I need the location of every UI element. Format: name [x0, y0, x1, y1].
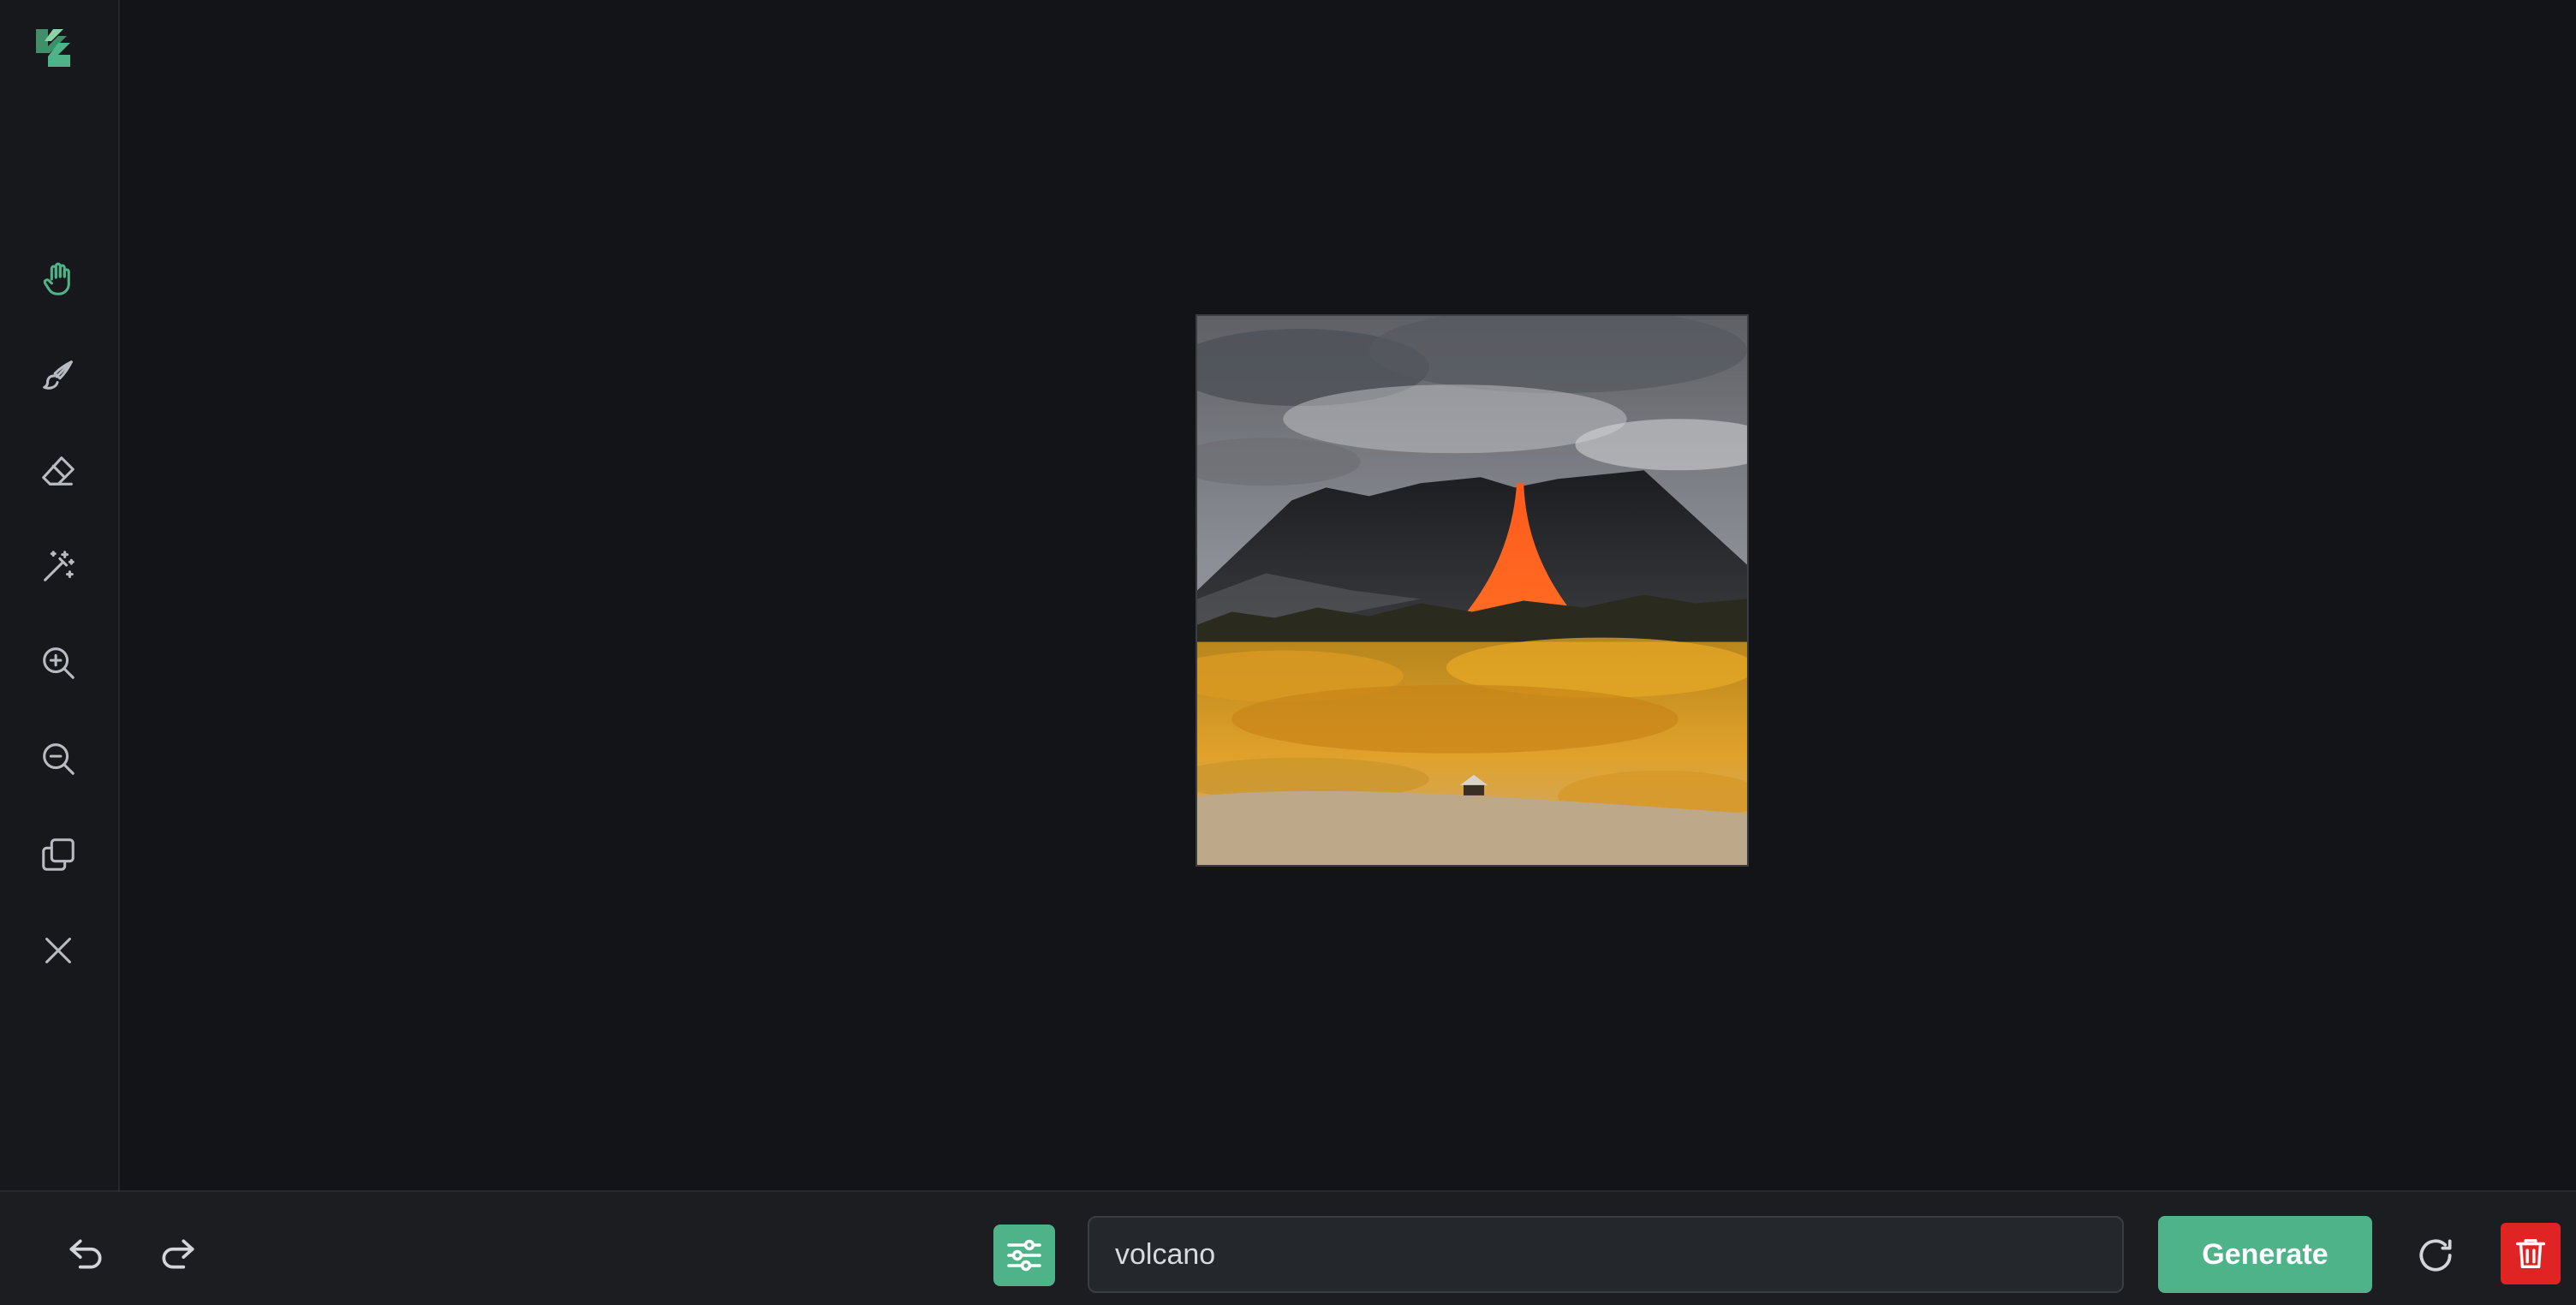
undo-button[interactable] — [55, 1223, 116, 1284]
tool-sidebar — [0, 0, 120, 1190]
copy-icon — [42, 838, 75, 871]
undo-icon — [69, 1239, 102, 1269]
eraser-tool[interactable] — [31, 444, 86, 498]
zoom-in-tool[interactable] — [31, 635, 86, 690]
sliders-icon — [1007, 1239, 1041, 1272]
redo-button[interactable] — [147, 1223, 209, 1284]
close-tool[interactable] — [31, 923, 86, 978]
redo-icon — [162, 1239, 194, 1269]
magic-wand-icon — [44, 551, 75, 581]
refresh-icon — [2419, 1239, 2452, 1272]
refresh-button[interactable] — [2405, 1225, 2466, 1286]
eraser-icon — [42, 456, 75, 486]
magic-wand-tool[interactable] — [31, 539, 86, 594]
delete-button[interactable] — [2501, 1223, 2561, 1284]
brush-icon — [43, 361, 73, 390]
canvas-area[interactable] — [120, 0, 2576, 1190]
app-root: Generate — [0, 0, 2576, 1305]
prompt-input[interactable] — [1088, 1216, 2124, 1293]
generate-button[interactable]: Generate — [2158, 1216, 2372, 1293]
brand-logo-icon[interactable] — [33, 26, 77, 70]
generation-settings-button[interactable] — [993, 1225, 1055, 1286]
brush-tool[interactable] — [31, 348, 86, 402]
hand-icon — [43, 262, 70, 295]
trash-icon — [2515, 1238, 2546, 1269]
duplicate-tool[interactable] — [31, 827, 86, 882]
zoom-out-icon — [43, 743, 75, 775]
hand-tool[interactable] — [31, 252, 86, 307]
zoom-in-icon — [43, 647, 75, 679]
zoom-out-tool[interactable] — [31, 731, 86, 786]
generated-image[interactable] — [1196, 314, 1749, 867]
bottom-toolbar: Generate — [0, 1190, 2576, 1305]
close-icon — [45, 938, 71, 963]
